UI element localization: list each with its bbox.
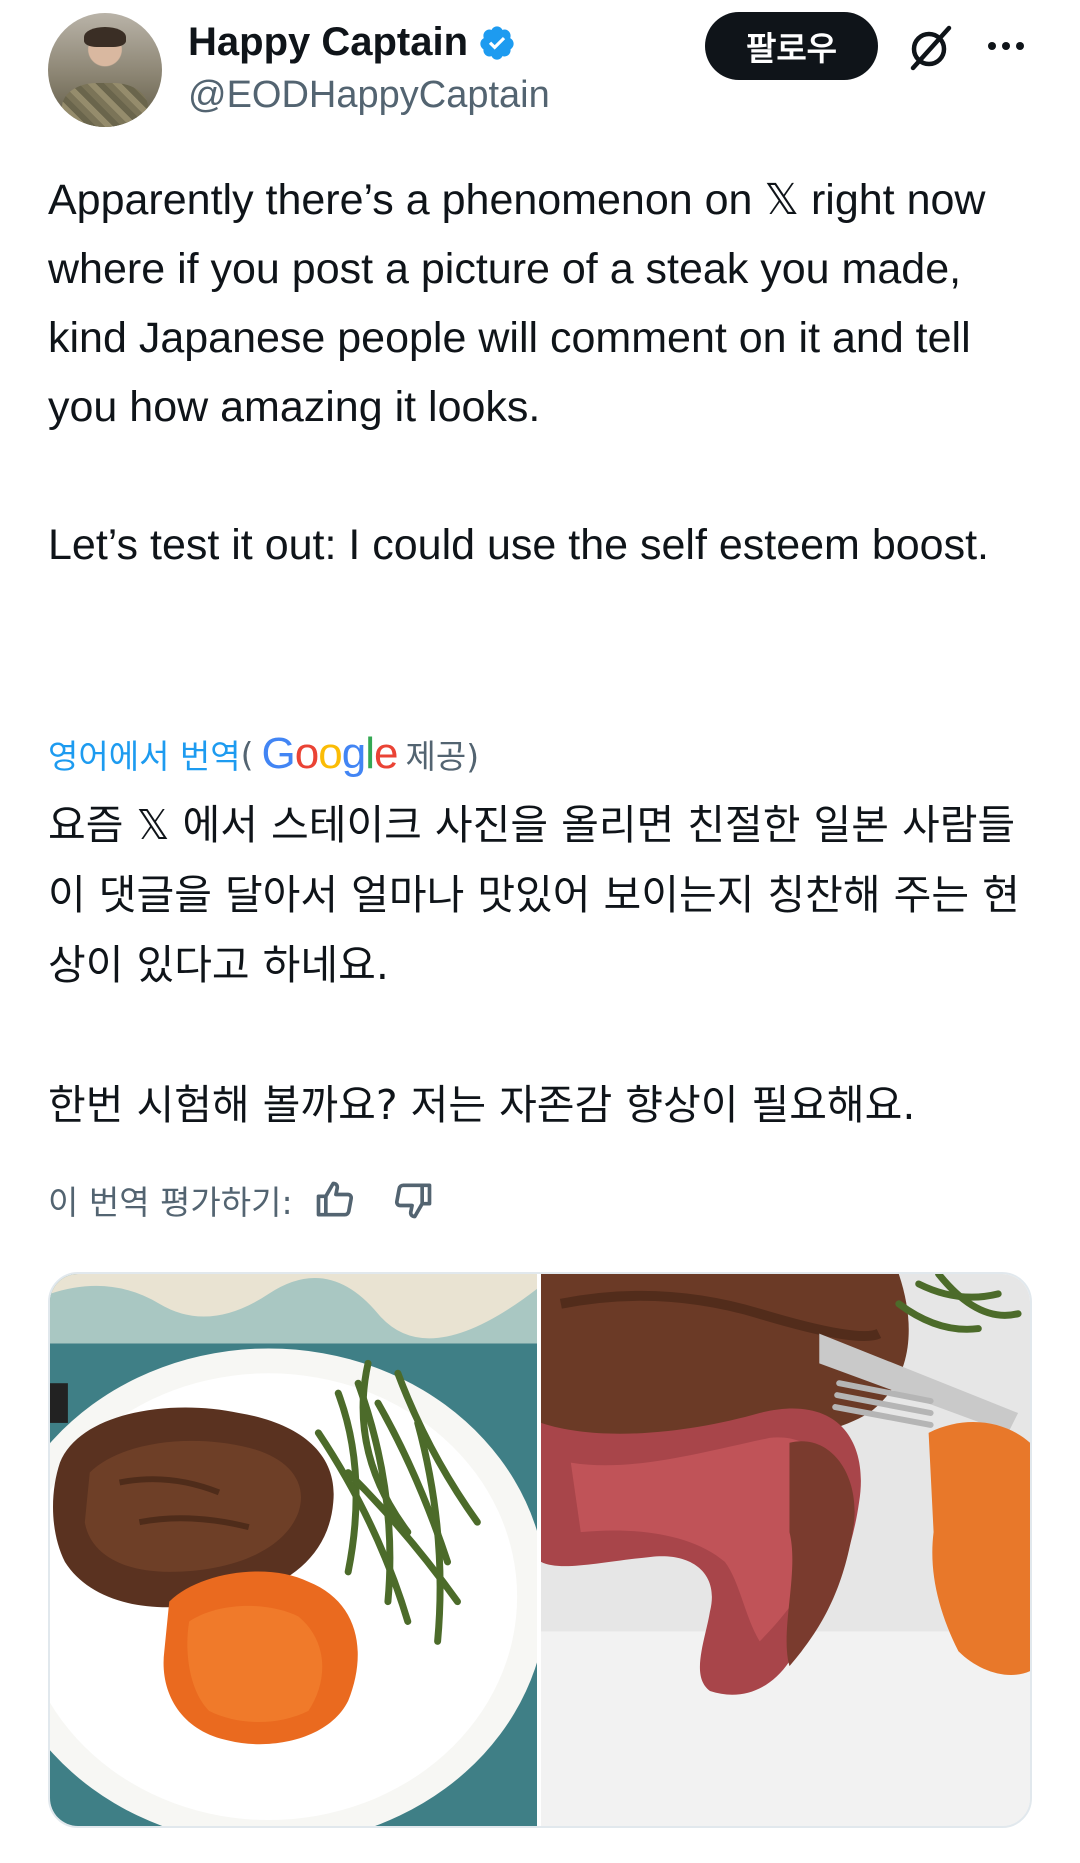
translated-text: 요즘 𝕏 에서 스테이크 사진을 올리면 친절한 일본 사람들이 댓글을 달아서… bbox=[48, 801, 1020, 1129]
steak-closeup-photo[interactable] bbox=[541, 1274, 1030, 1826]
follow-button[interactable]: 팔로우 bbox=[705, 12, 878, 80]
thumbs-up-icon[interactable] bbox=[313, 1178, 357, 1222]
google-logo: Google bbox=[261, 729, 399, 778]
media-grid bbox=[48, 1272, 1032, 1828]
thumbs-down-icon[interactable] bbox=[391, 1178, 435, 1222]
user-handle[interactable]: @EODHappyCaptain bbox=[188, 74, 550, 117]
translation-attribution: 영어에서 번역 ( Google 제공) bbox=[48, 728, 479, 780]
open-paren: ( bbox=[240, 734, 254, 774]
verified-badge-icon bbox=[480, 25, 514, 60]
rate-label: 이 번역 평가하기: bbox=[48, 1183, 293, 1222]
avatar-hair bbox=[84, 27, 126, 47]
rate-translation-row: 이 번역 평가하기: bbox=[48, 1176, 435, 1224]
display-name[interactable]: Happy Captain bbox=[188, 20, 468, 65]
post-header: Happy Captain @EODHappyCaptain 팔로우 bbox=[48, 10, 1038, 127]
grok-icon[interactable] bbox=[905, 22, 955, 72]
post-text: Apparently there’s a phenomenon on 𝕏 rig… bbox=[48, 176, 989, 569]
provided-label: 제공) bbox=[405, 737, 480, 776]
avatar[interactable] bbox=[48, 13, 162, 127]
translate-link[interactable]: 영어에서 번역 bbox=[48, 730, 241, 778]
avatar-uniform bbox=[62, 83, 148, 127]
more-icon[interactable] bbox=[984, 26, 1028, 66]
steak-plate-photo[interactable] bbox=[50, 1274, 537, 1826]
name-row: Happy Captain bbox=[188, 20, 516, 65]
